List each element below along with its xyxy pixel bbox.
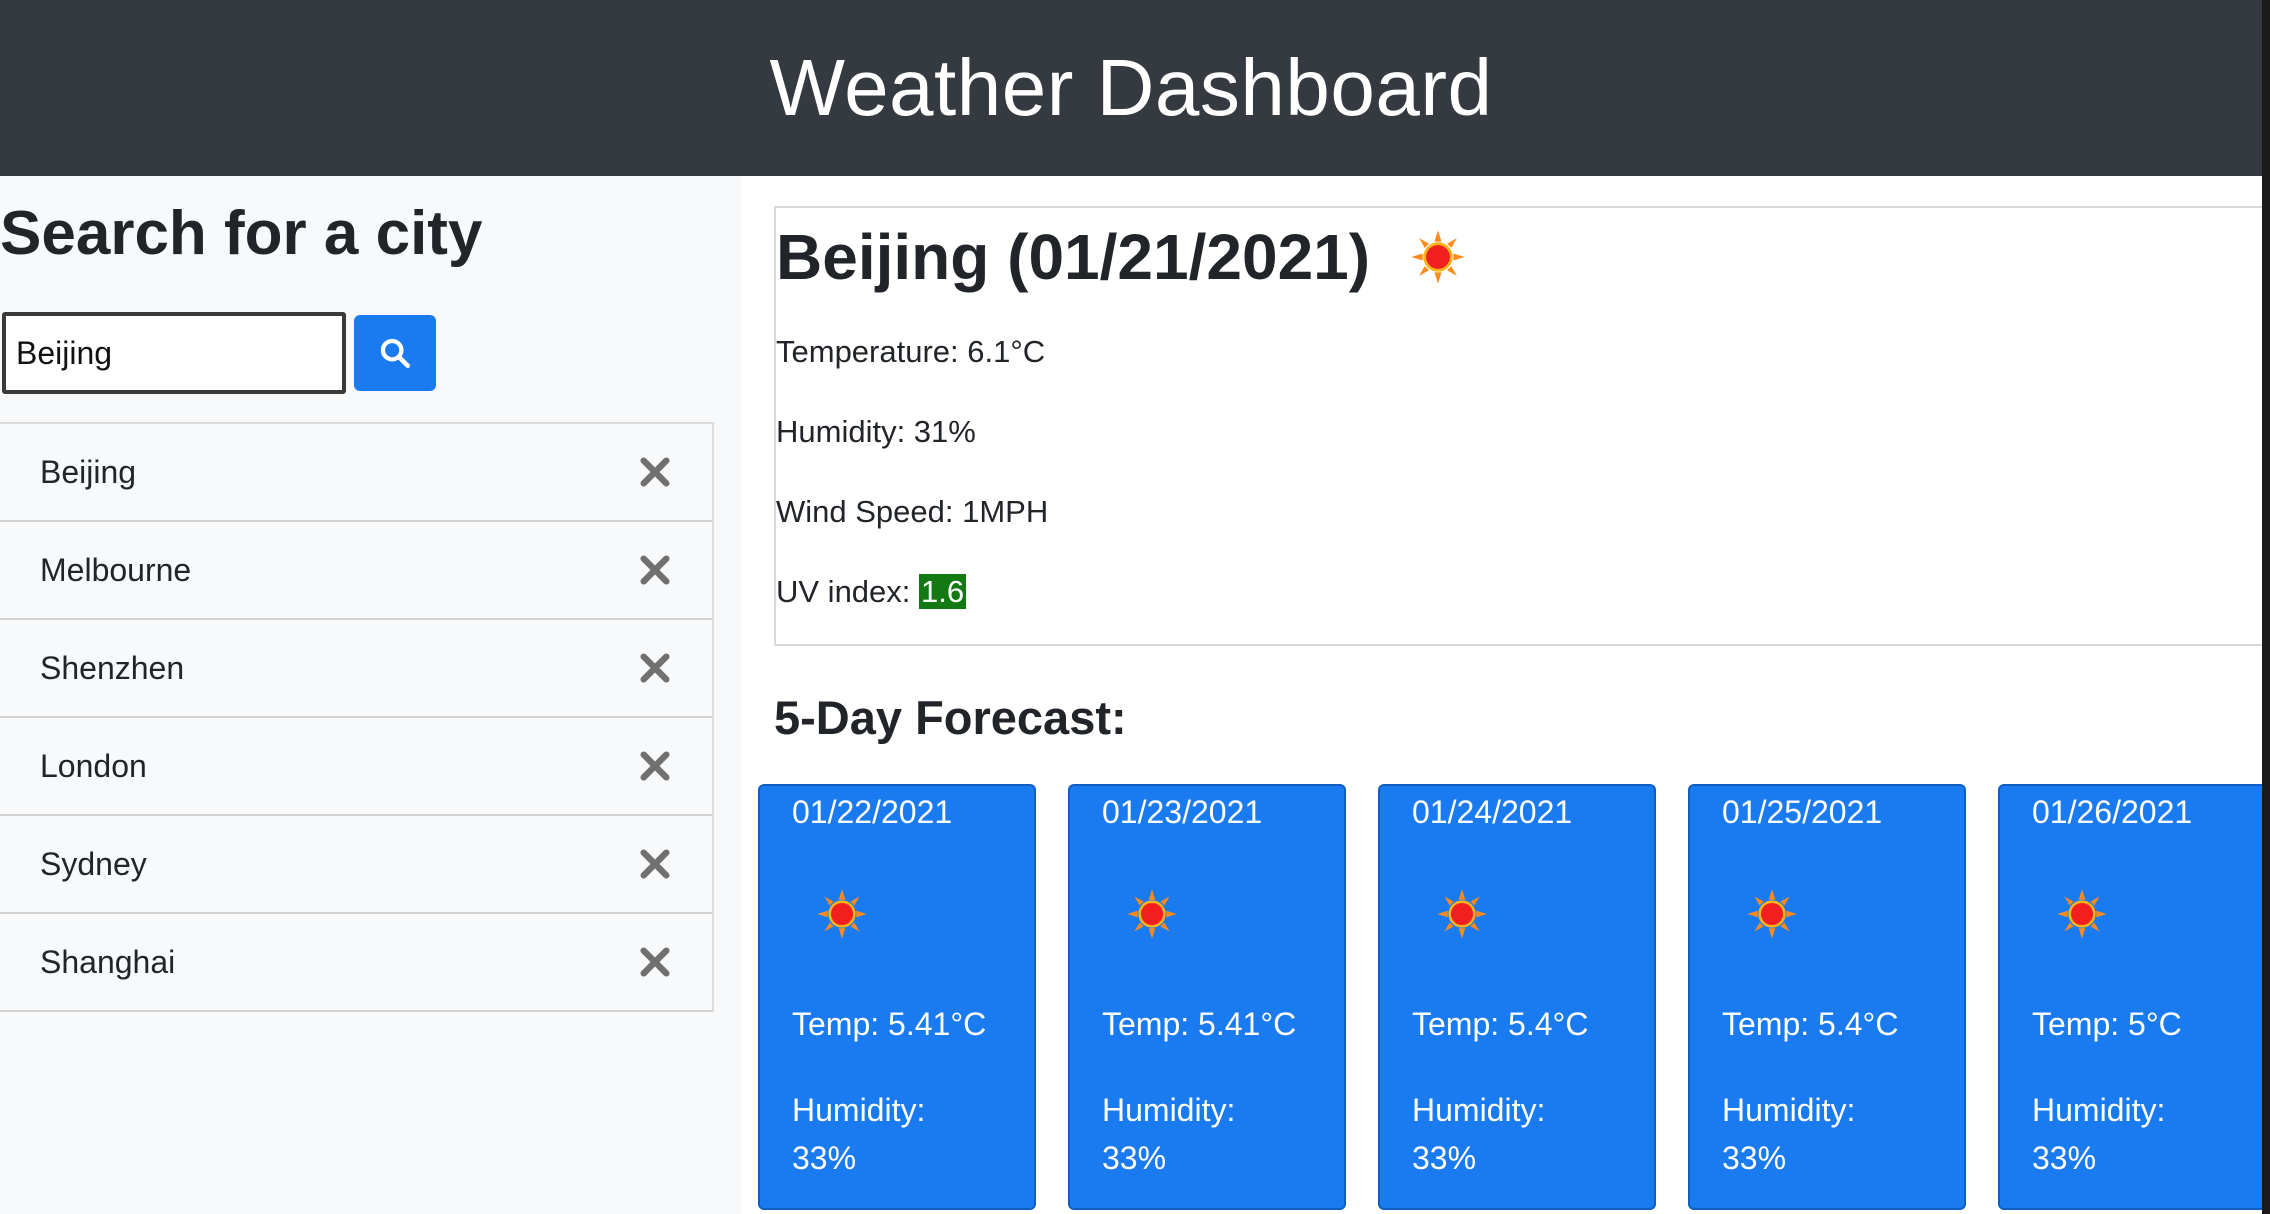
- forecast-humidity-label: Humidity:: [792, 1092, 926, 1128]
- search-heading: Search for a city: [0, 199, 483, 268]
- forecast-humidity: Humidity: 33%: [1722, 1086, 1855, 1182]
- sun-icon: [1411, 230, 1465, 284]
- forecast-humidity-value: 33%: [2032, 1140, 2097, 1176]
- sun-icon: [1127, 889, 1177, 939]
- forecast-humidity: Humidity: 33%: [792, 1086, 925, 1182]
- sun-icon: [1747, 889, 1797, 939]
- forecast-temp: Temp: 5.41°C: [792, 1006, 987, 1042]
- forecast-humidity-value: 33%: [792, 1140, 857, 1176]
- uv-badge: 1.6: [919, 574, 967, 609]
- forecast-date: 01/26/2021: [2032, 794, 2193, 830]
- forecast-heading: 5-Day Forecast:: [774, 691, 1127, 744]
- forecast-temp: Temp: 5.4°C: [1722, 1006, 1899, 1042]
- forecast-card: 01/23/2021 Temp: 5.41°C Humidity: 33%: [1068, 784, 1346, 1210]
- close-icon[interactable]: [638, 651, 672, 685]
- forecast-card: 01/25/2021 Temp: 5.4°C Humidity: 33%: [1688, 784, 1966, 1210]
- forecast-humidity-label: Humidity:: [1102, 1092, 1236, 1128]
- close-icon[interactable]: [638, 455, 672, 489]
- current-temperature: Temperature: 6.1°C: [776, 334, 1046, 369]
- forecast-humidity-value: 33%: [1102, 1140, 1167, 1176]
- close-icon[interactable]: [638, 847, 672, 881]
- close-icon[interactable]: [638, 945, 672, 979]
- history-city-label[interactable]: London: [40, 748, 147, 785]
- sun-icon: [1437, 889, 1487, 939]
- forecast-date: 01/22/2021: [792, 794, 953, 830]
- forecast-date: 01/25/2021: [1722, 794, 1883, 830]
- forecast-humidity: Humidity: 33%: [2032, 1086, 2165, 1182]
- forecast-humidity-value: 33%: [1412, 1140, 1477, 1176]
- main-content: Beijing (01/21/2021) Temperature: 6.1°C …: [742, 176, 2262, 1214]
- history-item[interactable]: London: [0, 718, 712, 816]
- forecast-temp: Temp: 5°C: [2032, 1006, 2182, 1042]
- current-title-row: Beijing (01/21/2021): [776, 220, 1466, 294]
- forecast-humidity-label: Humidity:: [2032, 1092, 2166, 1128]
- history-item[interactable]: Sydney: [0, 816, 712, 914]
- current-city-date: Beijing (01/21/2021): [776, 221, 1371, 293]
- window-scrollbar[interactable]: [2262, 0, 2270, 1214]
- forecast-row: 01/22/2021 Temp: 5.41°C Humidity: 33% 01/…: [758, 784, 2262, 1214]
- sun-icon: [2057, 889, 2107, 939]
- forecast-humidity: Humidity: 33%: [1412, 1086, 1545, 1182]
- history-city-label[interactable]: Shenzhen: [40, 650, 184, 687]
- search-form: [2, 312, 436, 394]
- history-city-label[interactable]: Beijing: [40, 454, 136, 491]
- close-icon[interactable]: [638, 553, 672, 587]
- top-navbar: Weather Dashboard: [0, 0, 2262, 176]
- forecast-temp: Temp: 5.41°C: [1102, 1006, 1297, 1042]
- uv-label: UV index:: [776, 574, 920, 609]
- forecast-card: 01/24/2021 Temp: 5.4°C Humidity: 33%: [1378, 784, 1656, 1210]
- history-city-label[interactable]: Melbourne: [40, 552, 191, 589]
- sun-icon: [817, 889, 867, 939]
- search-history-list: Beijing Melbourne Shenzhen London Sydney…: [0, 422, 714, 1012]
- app-viewport: Weather Dashboard Search for a city Beij…: [0, 0, 2262, 1214]
- forecast-humidity-value: 33%: [1722, 1140, 1787, 1176]
- forecast-temp: Temp: 5.4°C: [1412, 1006, 1589, 1042]
- sidebar: Search for a city Beijing Melbourne: [0, 176, 742, 1214]
- forecast-card: 01/26/2021 Temp: 5°C Humidity: 33%: [1998, 784, 2262, 1210]
- current-humidity: Humidity: 31%: [776, 414, 976, 449]
- history-item[interactable]: Beijing: [0, 424, 712, 522]
- current-wind-speed: Wind Speed: 1MPH: [776, 494, 1049, 529]
- page-title: Weather Dashboard: [769, 43, 1493, 132]
- history-city-label[interactable]: Sydney: [40, 846, 147, 883]
- search-button[interactable]: [354, 315, 436, 391]
- history-item[interactable]: Shenzhen: [0, 620, 712, 718]
- close-icon[interactable]: [638, 749, 672, 783]
- forecast-humidity: Humidity: 33%: [1102, 1086, 1235, 1182]
- city-search-input[interactable]: [2, 312, 346, 394]
- history-item[interactable]: Melbourne: [0, 522, 712, 620]
- current-uv-index: UV index: 1.6: [776, 574, 967, 610]
- forecast-date: 01/23/2021: [1102, 794, 1263, 830]
- forecast-date: 01/24/2021: [1412, 794, 1573, 830]
- history-item[interactable]: Shanghai: [0, 914, 712, 1012]
- search-icon: [380, 338, 411, 369]
- forecast-card: 01/22/2021 Temp: 5.41°C Humidity: 33%: [758, 784, 1036, 1210]
- forecast-humidity-label: Humidity:: [1722, 1092, 1856, 1128]
- history-city-label[interactable]: Shanghai: [40, 944, 175, 981]
- current-weather-card: Beijing (01/21/2021) Temperature: 6.1°C …: [774, 206, 2262, 646]
- forecast-humidity-label: Humidity:: [1412, 1092, 1546, 1128]
